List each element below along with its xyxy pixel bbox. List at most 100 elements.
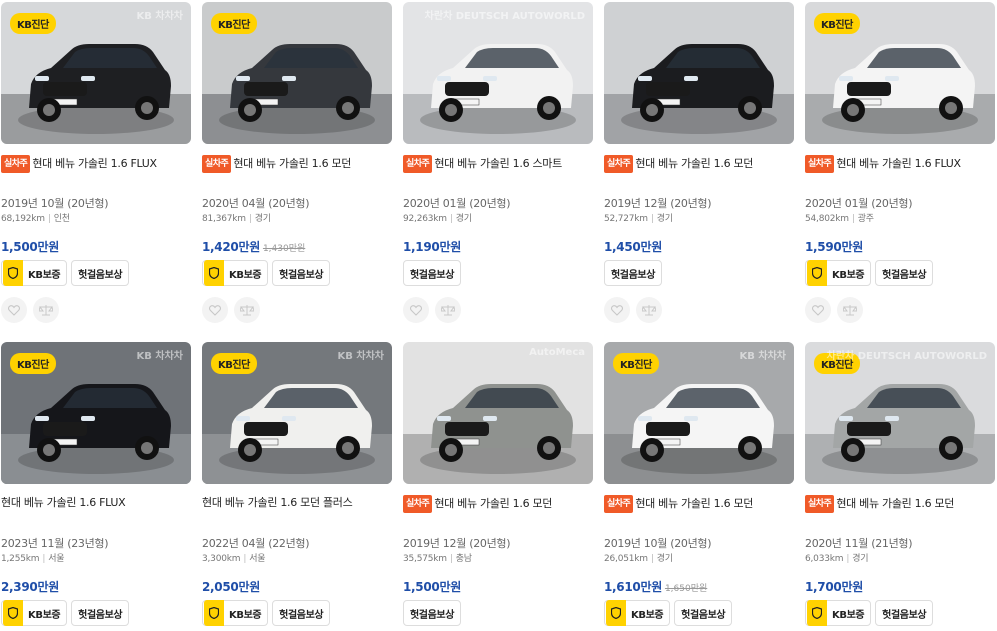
mileage-region: 3,300km | 서울 (202, 551, 266, 564)
listing-title[interactable]: 현대 베뉴 가솔린 1.6 FLUX (1, 495, 197, 511)
wasted-trip-compensation-chip[interactable]: 헛걸음보상 (875, 260, 934, 286)
region: 경기 (656, 554, 673, 564)
scale-icon (441, 305, 455, 316)
real-owner-tag: 실차주 (604, 155, 634, 173)
compare-button[interactable] (636, 297, 662, 323)
mileage-region: 92,263km | 경기 (403, 211, 472, 224)
warranty-label: 헛걸음보상 (410, 609, 455, 621)
compare-button[interactable] (33, 297, 59, 323)
kb-warranty-chip[interactable]: KB보증 (202, 600, 269, 626)
wishlist-button[interactable] (202, 297, 228, 323)
car-photo[interactable]: KB진단 (805, 2, 995, 144)
listing-card[interactable]: AutoMeca 실차주 현대 베뉴 가솔린 1.6 모던 2019년 12월 (… (403, 342, 593, 626)
price-row: 2,390만원 (1, 576, 59, 595)
price-row: 1,190만원 (403, 236, 461, 255)
mileage-region: 26,051km | 경기 (604, 551, 673, 564)
wishlist-button[interactable] (604, 297, 630, 323)
mileage: 68,192km (1, 214, 45, 224)
photo-watermark: KB 차차차 (136, 11, 183, 22)
listing-card[interactable]: KB진단 KB 차차차 현대 베뉴 가솔린 1.6 FLUX 2023년 11월… (1, 342, 191, 626)
compare-button[interactable] (837, 297, 863, 323)
wasted-trip-compensation-chip[interactable]: 헛걸음보상 (272, 260, 331, 286)
shield-icon (807, 260, 827, 286)
wishlist-button[interactable] (805, 297, 831, 323)
car-photo[interactable]: KB진단 KB 차차차 (202, 342, 392, 484)
wasted-trip-compensation-chip[interactable]: 헛걸음보상 (272, 600, 331, 626)
car-photo[interactable]: KB진단 KB 차차차 (1, 2, 191, 144)
car-name[interactable]: 현대 베뉴 가솔린 1.6 모던 (233, 157, 351, 170)
car-name[interactable]: 현대 베뉴 가솔린 1.6 FLUX (1, 496, 126, 509)
kb-warranty-chip[interactable]: KB보증 (202, 260, 269, 286)
price: 1,500만원 (1, 240, 59, 254)
car-photo[interactable]: KB진단 차란차 DEUTSCH AUTOWORLD (805, 342, 995, 484)
car-photo[interactable] (604, 2, 794, 144)
car-name[interactable]: 현대 베뉴 가솔린 1.6 모던 (635, 157, 753, 170)
mileage: 6,033km (805, 554, 844, 564)
kb-diagnosis-badge: KB진단 (10, 353, 56, 374)
wishlist-button[interactable] (1, 297, 27, 323)
separator: | (243, 554, 247, 564)
listing-card[interactable]: KB진단 KB 차차차 실차주 현대 베뉴 가솔린 1.6 모던 2019년 10… (604, 342, 794, 626)
photo-watermark: KB 차차차 (136, 351, 183, 362)
listing-title[interactable]: 실차주 현대 베뉴 가솔린 1.6 모던 (604, 155, 800, 173)
listing-card[interactable]: KB진단 KB 차차차 현대 베뉴 가솔린 1.6 모던 플러스 2022년 0… (202, 342, 392, 626)
wasted-trip-compensation-chip[interactable]: 헛걸음보상 (403, 600, 462, 626)
car-name[interactable]: 현대 베뉴 가솔린 1.6 모던 (836, 497, 954, 510)
mileage: 81,367km (202, 214, 246, 224)
listing-title[interactable]: 실차주 현대 베뉴 가솔린 1.6 모던 (202, 155, 398, 173)
listing-title[interactable]: 실차주 현대 베뉴 가솔린 1.6 모던 (403, 495, 599, 513)
separator: | (449, 554, 453, 564)
wishlist-button[interactable] (403, 297, 429, 323)
wasted-trip-compensation-chip[interactable]: 헛걸음보상 (875, 600, 934, 626)
compare-button[interactable] (435, 297, 461, 323)
warranty-label: 헛걸음보상 (279, 269, 324, 281)
car-name[interactable]: 현대 베뉴 가솔린 1.6 FLUX (32, 157, 157, 170)
listing-title[interactable]: 실차주 현대 베뉴 가솔린 1.6 모던 (805, 495, 997, 513)
listing-card[interactable]: KB진단 실차주 현대 베뉴 가솔린 1.6 FLUX 2020년 01월 (20… (805, 2, 995, 323)
kb-warranty-label: KB보증 (28, 269, 61, 281)
car-photo[interactable]: AutoMeca (403, 342, 593, 484)
kb-warranty-chip[interactable]: KB보증 (805, 600, 872, 626)
wasted-trip-compensation-chip[interactable]: 헛걸음보상 (604, 260, 663, 286)
car-name[interactable]: 현대 베뉴 가솔린 1.6 모던 (635, 497, 753, 510)
region: 경기 (656, 214, 673, 224)
wasted-trip-compensation-chip[interactable]: 헛걸음보상 (71, 600, 130, 626)
price: 1,450만원 (604, 240, 662, 254)
listing-title[interactable]: 실차주 현대 베뉴 가솔린 1.6 FLUX (805, 155, 997, 173)
separator: | (650, 554, 654, 564)
car-illustration (604, 2, 794, 144)
car-name[interactable]: 현대 베뉴 가솔린 1.6 스마트 (434, 157, 562, 170)
real-owner-tag: 실차주 (604, 495, 634, 513)
separator: | (449, 214, 453, 224)
heart-icon (8, 304, 20, 316)
heart-icon (611, 304, 623, 316)
listing-card[interactable]: KB진단 실차주 현대 베뉴 가솔린 1.6 모던 2020년 04월 (20년형… (202, 2, 392, 323)
kb-warranty-chip[interactable]: KB보증 (805, 260, 872, 286)
old-price: 1,430만원 (262, 244, 306, 254)
car-name[interactable]: 현대 베뉴 가솔린 1.6 FLUX (836, 157, 961, 170)
car-name[interactable]: 현대 베뉴 가솔린 1.6 모던 (434, 497, 552, 510)
listing-card[interactable]: 차란차 DEUTSCH AUTOWORLD 실차주 현대 베뉴 가솔린 1.6 스… (403, 2, 593, 323)
wasted-trip-compensation-chip[interactable]: 헛걸음보상 (403, 260, 462, 286)
compare-button[interactable] (234, 297, 260, 323)
kb-warranty-chip[interactable]: KB보증 (604, 600, 671, 626)
wasted-trip-compensation-chip[interactable]: 헛걸음보상 (71, 260, 130, 286)
car-name[interactable]: 현대 베뉴 가솔린 1.6 모던 플러스 (202, 496, 353, 509)
listing-card[interactable]: KB진단 차란차 DEUTSCH AUTOWORLD 실차주 현대 베뉴 가솔린 … (805, 342, 995, 626)
car-photo[interactable]: KB진단 KB 차차차 (604, 342, 794, 484)
car-photo[interactable]: KB진단 KB 차차차 (1, 342, 191, 484)
mileage: 1,255km (1, 554, 40, 564)
listing-card[interactable]: KB진단 KB 차차차 실차주 현대 베뉴 가솔린 1.6 FLUX 2019년 … (1, 2, 191, 323)
kb-warranty-chip[interactable]: KB보증 (1, 600, 68, 626)
kb-warranty-chip[interactable]: KB보증 (1, 260, 68, 286)
wasted-trip-compensation-chip[interactable]: 헛걸음보상 (674, 600, 733, 626)
region: 인천 (53, 214, 70, 224)
listing-title[interactable]: 실차주 현대 베뉴 가솔린 1.6 스마트 (403, 155, 599, 173)
car-photo[interactable]: 차란차 DEUTSCH AUTOWORLD (403, 2, 593, 144)
listing-title[interactable]: 실차주 현대 베뉴 가솔린 1.6 FLUX (1, 155, 197, 173)
listing-title[interactable]: 실차주 현대 베뉴 가솔린 1.6 모던 (604, 495, 800, 513)
listing-title[interactable]: 현대 베뉴 가솔린 1.6 모던 플러스 (202, 495, 398, 511)
car-photo[interactable]: KB진단 (202, 2, 392, 144)
region: 경기 (254, 214, 271, 224)
listing-card[interactable]: 실차주 현대 베뉴 가솔린 1.6 모던 2019년 12월 (20년형) 52,… (604, 2, 794, 323)
